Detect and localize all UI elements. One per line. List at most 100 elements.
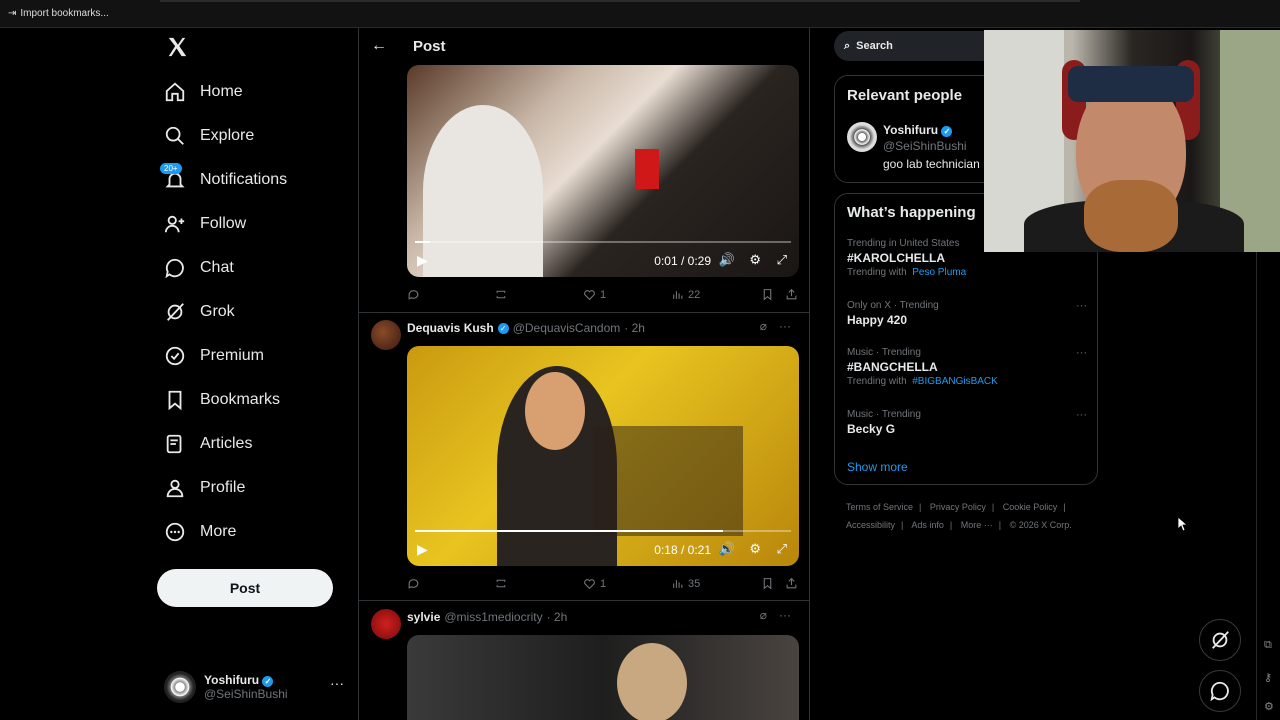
tweet-header: Dequavis Kush ✓ @DequavisCandom · 2h ⌀ ··… bbox=[407, 319, 799, 337]
footer-link[interactable]: Ads info bbox=[911, 520, 944, 530]
settings-icon[interactable]: ⚙ bbox=[749, 541, 761, 557]
like-button[interactable]: 1 bbox=[583, 577, 606, 590]
grok-icon[interactable]: ⌀ bbox=[760, 319, 767, 333]
retweet-button[interactable] bbox=[495, 577, 508, 590]
trend-item[interactable]: Music · Trending #BANGCHELLA Trending wi… bbox=[847, 347, 1087, 387]
copyright: © 2026 X Corp. bbox=[1009, 520, 1072, 530]
nav-more[interactable]: More bbox=[164, 517, 236, 547]
avatar bbox=[164, 671, 196, 703]
avatar[interactable] bbox=[371, 609, 401, 639]
chat-fab-button[interactable] bbox=[1199, 670, 1241, 712]
author-handle[interactable]: @DequavisCandom bbox=[513, 321, 621, 335]
bookmark-icon bbox=[168, 390, 182, 411]
nav-premium[interactable]: Premium bbox=[164, 341, 264, 371]
nav-explore[interactable]: Explore bbox=[164, 121, 254, 151]
avatar[interactable] bbox=[847, 122, 877, 152]
footer-links: Terms of Service | Privacy Policy | Cookie… bbox=[846, 502, 1072, 530]
share-icon bbox=[786, 288, 797, 300]
page-edge-divider bbox=[1256, 252, 1257, 720]
avatar[interactable] bbox=[371, 320, 401, 350]
more-icon[interactable]: ··· bbox=[779, 319, 791, 333]
nav-articles[interactable]: Articles bbox=[164, 429, 252, 459]
video-controls: ▶ 0:01 / 0:29 🔊 ⚙ ⤢ bbox=[407, 241, 799, 277]
fullscreen-icon[interactable]: ⤢ bbox=[777, 541, 787, 557]
video-progress-bar[interactable] bbox=[415, 530, 791, 532]
more-icon[interactable]: ··· bbox=[1076, 409, 1087, 421]
main-column[interactable]: ← Post ▶ 0:01 / 0:29 🔊 ⚙ ⤢ 1 22 Dequavis… bbox=[358, 28, 810, 720]
notifications-badge: 20+ bbox=[160, 163, 182, 174]
nav-grok[interactable]: Grok bbox=[164, 297, 235, 327]
footer-link[interactable]: Cookie Policy bbox=[1003, 502, 1058, 512]
author-handle[interactable]: @miss1mediocrity bbox=[444, 610, 542, 624]
grok-icon bbox=[167, 303, 184, 321]
nav-chat[interactable]: Chat bbox=[164, 253, 234, 283]
nav-profile[interactable]: Profile bbox=[164, 473, 245, 503]
back-arrow-icon[interactable]: ← bbox=[371, 37, 387, 55]
video-player[interactable] bbox=[407, 635, 799, 720]
webcam-overlay bbox=[984, 30, 1280, 252]
more-icon[interactable]: ··· bbox=[779, 608, 791, 622]
account-switcher[interactable]: Yoshifuru ✓ @SeiShinBushi ··· bbox=[164, 667, 344, 707]
footer-link[interactable]: Accessibility bbox=[846, 520, 895, 530]
reply-button[interactable] bbox=[407, 577, 420, 590]
show-more-link[interactable]: Show more bbox=[847, 460, 908, 474]
video-time: 0:01 / 0:29 bbox=[654, 254, 711, 268]
volume-icon[interactable]: 🔊 bbox=[719, 541, 735, 557]
person-name[interactable]: Yoshifuru ✓ bbox=[883, 123, 953, 137]
chat-icon bbox=[1210, 681, 1229, 702]
search-icon bbox=[165, 126, 184, 145]
settings-icon[interactable]: ⚙ bbox=[1264, 700, 1276, 713]
import-bookmarks-link[interactable]: ⇥ Import bookmarks... bbox=[8, 8, 109, 19]
account-name: Yoshifuru bbox=[204, 673, 260, 687]
verified-badge-icon: ✓ bbox=[262, 676, 274, 687]
heart-icon bbox=[584, 579, 595, 590]
search-icon: ⌕ bbox=[844, 39, 851, 52]
settings-icon[interactable]: ⚙ bbox=[749, 252, 761, 268]
person-handle[interactable]: @SeiShinBushi bbox=[883, 139, 967, 153]
grok-icon[interactable]: ⌀ bbox=[760, 608, 767, 622]
nav-follow[interactable]: Follow bbox=[164, 209, 246, 239]
grok-fab-button[interactable] bbox=[1199, 619, 1241, 661]
tweet-time: · 2h bbox=[546, 610, 568, 624]
views-button[interactable]: 22 bbox=[671, 288, 700, 301]
reply-button[interactable] bbox=[407, 288, 420, 301]
footer-link[interactable]: Terms of Service bbox=[846, 502, 913, 512]
play-icon[interactable]: ▶ bbox=[417, 541, 428, 558]
key-icon[interactable]: ⚷ bbox=[1264, 671, 1276, 684]
fullscreen-icon[interactable]: ⤢ bbox=[777, 252, 787, 268]
more-icon[interactable]: ··· bbox=[1076, 300, 1087, 312]
import-icon: ⇥ bbox=[8, 8, 17, 19]
author-name[interactable]: Dequavis Kush bbox=[407, 321, 494, 335]
author-name[interactable]: sylvie bbox=[407, 610, 440, 624]
bookmark-button[interactable] bbox=[761, 577, 774, 590]
heart-icon bbox=[584, 290, 595, 301]
webcam-bandana bbox=[1068, 66, 1194, 102]
like-button[interactable]: 1 bbox=[583, 288, 606, 301]
reply-icon bbox=[408, 579, 419, 589]
share-button[interactable] bbox=[785, 288, 798, 301]
volume-icon[interactable]: 🔊 bbox=[719, 252, 735, 268]
post-button[interactable]: Post bbox=[157, 569, 333, 607]
retweet-button[interactable] bbox=[495, 288, 508, 301]
trend-item[interactable]: Only on X · Trending Happy 420 ··· bbox=[847, 300, 1087, 327]
video-player[interactable]: ▶ 0:18 / 0:21 🔊 ⚙ ⤢ bbox=[407, 346, 799, 566]
video-progress-bar[interactable] bbox=[415, 241, 791, 243]
footer-link[interactable]: Privacy Policy bbox=[930, 502, 986, 512]
trend-item[interactable]: Music · Trending Becky G ··· bbox=[847, 409, 1087, 436]
video-player[interactable]: ▶ 0:01 / 0:29 🔊 ⚙ ⤢ bbox=[407, 65, 799, 277]
bookmark-button[interactable] bbox=[761, 288, 774, 301]
footer-link[interactable]: More ··· bbox=[961, 520, 993, 530]
x-logo-icon[interactable] bbox=[166, 36, 188, 58]
tweet-actions: 1 22 bbox=[407, 288, 799, 306]
more-icon[interactable]: ··· bbox=[1076, 347, 1087, 359]
nav-notifications[interactable]: 20+ Notifications bbox=[160, 163, 287, 195]
account-more-icon[interactable]: ··· bbox=[330, 675, 344, 691]
top-divider bbox=[160, 0, 1080, 2]
play-icon[interactable]: ▶ bbox=[417, 252, 428, 269]
extension-icon[interactable]: ⧉ bbox=[1264, 639, 1276, 651]
nav-home[interactable]: Home bbox=[164, 77, 243, 107]
nav-bookmarks[interactable]: Bookmarks bbox=[164, 385, 280, 415]
video-frame-cup bbox=[635, 149, 659, 189]
views-button[interactable]: 35 bbox=[671, 577, 700, 590]
share-button[interactable] bbox=[785, 577, 798, 590]
